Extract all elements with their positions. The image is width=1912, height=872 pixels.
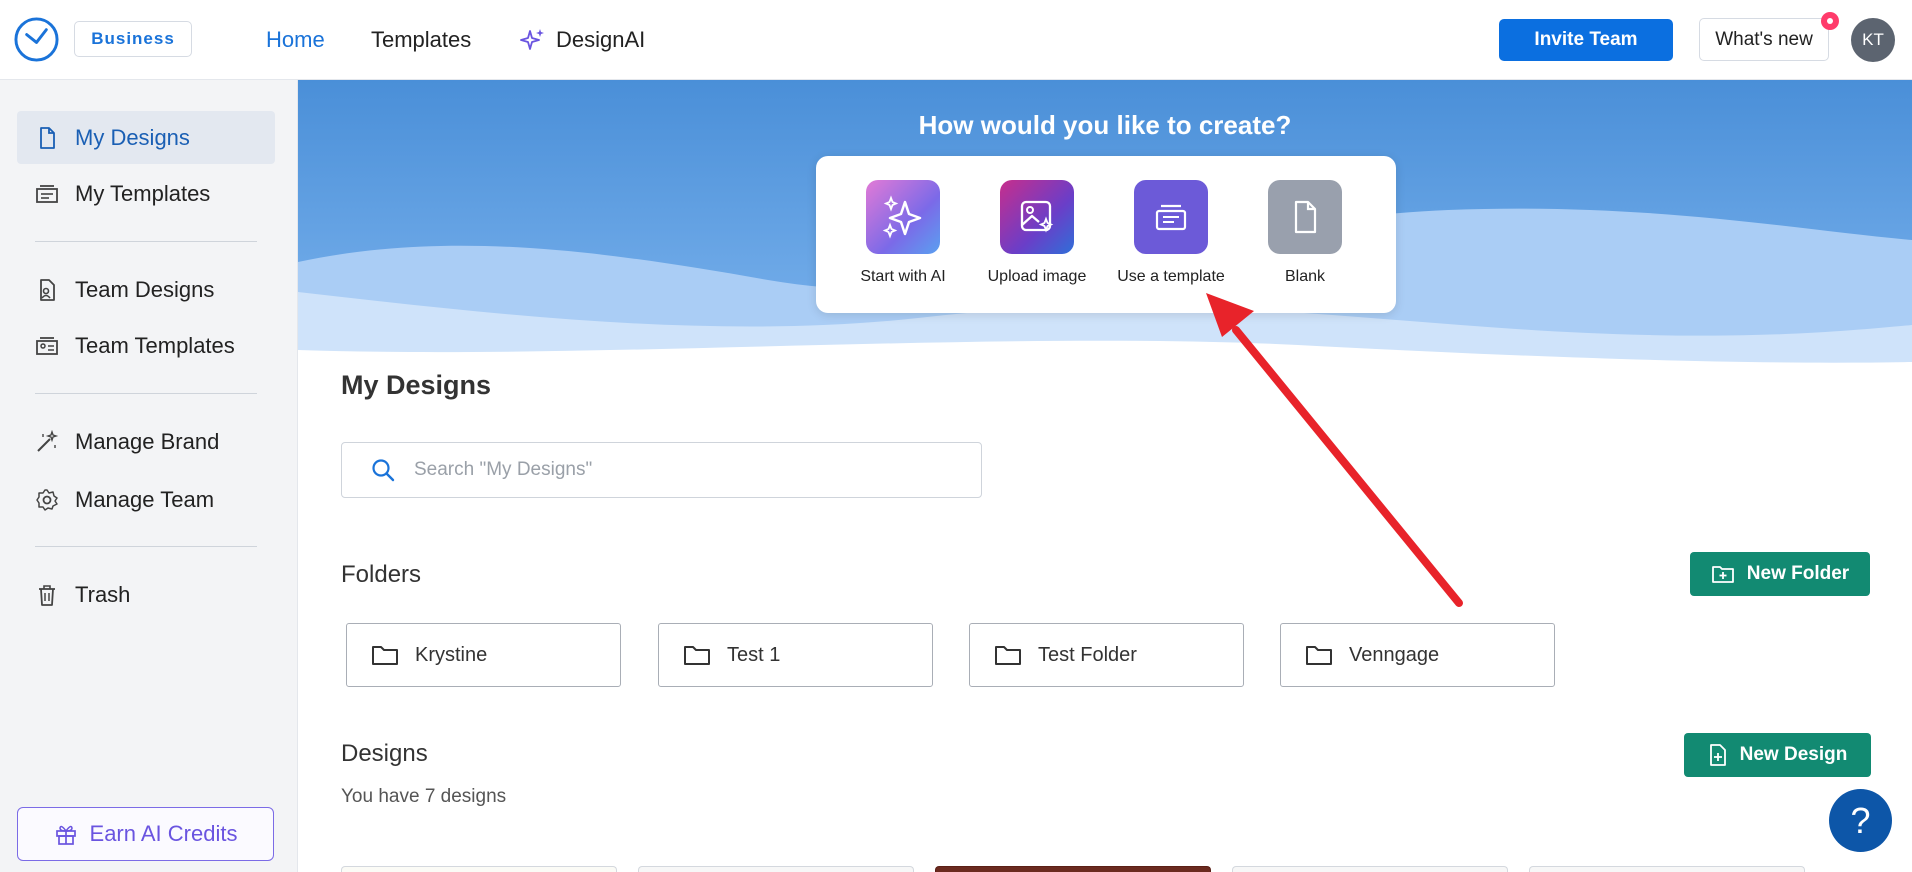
earn-ai-credits-label: Earn AI Credits bbox=[89, 821, 238, 846]
team-document-icon bbox=[17, 278, 75, 302]
start-with-ai-option[interactable]: Start with AI bbox=[840, 180, 966, 286]
avatar[interactable]: KT bbox=[1851, 18, 1895, 62]
template-icon bbox=[1134, 180, 1208, 254]
folder-icon bbox=[684, 646, 710, 665]
upload-image-label: Upload image bbox=[987, 268, 1087, 285]
blank-label: Blank bbox=[1284, 268, 1326, 285]
blank-page-icon bbox=[1268, 180, 1342, 254]
folder-name: Krystine bbox=[415, 643, 488, 666]
earn-ai-credits-button[interactable]: Earn AI Credits bbox=[17, 807, 274, 861]
folder-item[interactable]: Test Folder bbox=[969, 623, 1244, 687]
logo-icon[interactable] bbox=[13, 16, 60, 63]
sidebar-item-my-templates[interactable]: My Templates bbox=[17, 167, 275, 220]
magic-wand-icon bbox=[17, 429, 75, 454]
sidebar-item-trash[interactable]: Trash bbox=[17, 568, 275, 621]
sidebar-item-label: Manage Brand bbox=[75, 428, 220, 454]
search-input[interactable] bbox=[414, 459, 934, 481]
folder-icon bbox=[1306, 646, 1332, 665]
folder-item[interactable]: Venngage bbox=[1280, 623, 1555, 687]
sidebar: My Designs My Templates Team Designs Tea… bbox=[0, 80, 298, 872]
folder-name: Test Folder bbox=[1038, 643, 1137, 666]
design-thumbnail[interactable] bbox=[341, 866, 617, 872]
help-button[interactable]: ? bbox=[1829, 789, 1892, 852]
trash-icon bbox=[17, 583, 75, 607]
sidebar-item-label: Manage Team bbox=[75, 486, 215, 512]
folder-name: Test 1 bbox=[727, 643, 781, 666]
folder-item[interactable]: Test 1 bbox=[658, 623, 933, 687]
sidebar-item-label: Team Templates bbox=[75, 332, 235, 358]
gift-icon bbox=[55, 825, 76, 845]
folder-icon bbox=[995, 646, 1021, 665]
page-title: My Designs bbox=[341, 370, 492, 400]
sidebar-item-my-designs[interactable]: My Designs bbox=[17, 111, 275, 164]
search-field[interactable] bbox=[341, 442, 982, 498]
nav-designai-label: DesignAI bbox=[556, 27, 646, 52]
whats-new-button[interactable]: What's new bbox=[1699, 18, 1829, 61]
sidebar-item-label: Trash bbox=[75, 581, 131, 607]
upload-image-option[interactable]: Upload image bbox=[974, 180, 1100, 286]
designs-heading: Designs bbox=[341, 740, 428, 767]
designs-count: You have 7 designs bbox=[341, 786, 507, 807]
design-thumbnail[interactable] bbox=[935, 866, 1211, 872]
use-a-template-label: Use a template bbox=[1117, 268, 1225, 285]
sidebar-item-manage-team[interactable]: Manage Team bbox=[17, 473, 275, 526]
use-a-template-option[interactable]: Use a template bbox=[1108, 180, 1234, 286]
nav-designai[interactable]: DesignAI bbox=[520, 0, 645, 80]
sparkle-icon bbox=[520, 29, 544, 50]
document-plus-icon bbox=[1709, 744, 1726, 766]
team-template-icon bbox=[17, 335, 75, 357]
sidebar-divider bbox=[35, 241, 257, 242]
sidebar-item-label: Team Designs bbox=[75, 276, 215, 302]
sidebar-divider bbox=[35, 393, 257, 394]
design-thumbnail[interactable] bbox=[1529, 866, 1805, 872]
sidebar-divider bbox=[35, 546, 257, 547]
new-folder-label: New Folder bbox=[1746, 563, 1850, 584]
gear-icon bbox=[17, 488, 75, 512]
folder-plus-icon bbox=[1711, 566, 1734, 583]
folder-name: Venngage bbox=[1349, 643, 1440, 666]
document-icon bbox=[17, 126, 75, 150]
invite-team-button[interactable]: Invite Team bbox=[1499, 19, 1673, 61]
new-design-label: New Design bbox=[1739, 744, 1848, 765]
folder-icon bbox=[372, 646, 398, 665]
sidebar-item-team-designs[interactable]: Team Designs bbox=[17, 263, 275, 316]
hero-title: How would you like to create? bbox=[918, 110, 1292, 140]
folder-item[interactable]: Krystine bbox=[346, 623, 621, 687]
sparkle-icon bbox=[866, 180, 940, 254]
search-icon bbox=[372, 459, 395, 482]
sidebar-item-label: My Templates bbox=[75, 180, 211, 206]
folders-heading: Folders bbox=[341, 561, 422, 588]
image-upload-icon bbox=[1000, 180, 1074, 254]
sidebar-item-team-templates[interactable]: Team Templates bbox=[17, 319, 275, 372]
design-thumbnail[interactable] bbox=[638, 866, 914, 872]
nav-home[interactable]: Home bbox=[266, 0, 325, 80]
start-with-ai-label: Start with AI bbox=[860, 268, 946, 285]
template-icon bbox=[17, 183, 75, 205]
sidebar-item-label: My Designs bbox=[75, 124, 190, 150]
create-options-card: Start with AI Upload image Use a templat… bbox=[816, 156, 1396, 313]
nav-templates[interactable]: Templates bbox=[371, 0, 471, 80]
notification-dot bbox=[1821, 12, 1839, 30]
new-folder-button[interactable]: New Folder bbox=[1690, 552, 1870, 596]
new-design-button[interactable]: New Design bbox=[1684, 733, 1871, 777]
top-navigation-bar: Business Home Templates DesignAI Invite … bbox=[0, 0, 1912, 80]
design-thumbnail[interactable] bbox=[1232, 866, 1508, 872]
sidebar-item-manage-brand[interactable]: Manage Brand bbox=[17, 415, 275, 468]
plan-badge: Business bbox=[74, 21, 192, 57]
blank-option[interactable]: Blank bbox=[1242, 180, 1368, 286]
